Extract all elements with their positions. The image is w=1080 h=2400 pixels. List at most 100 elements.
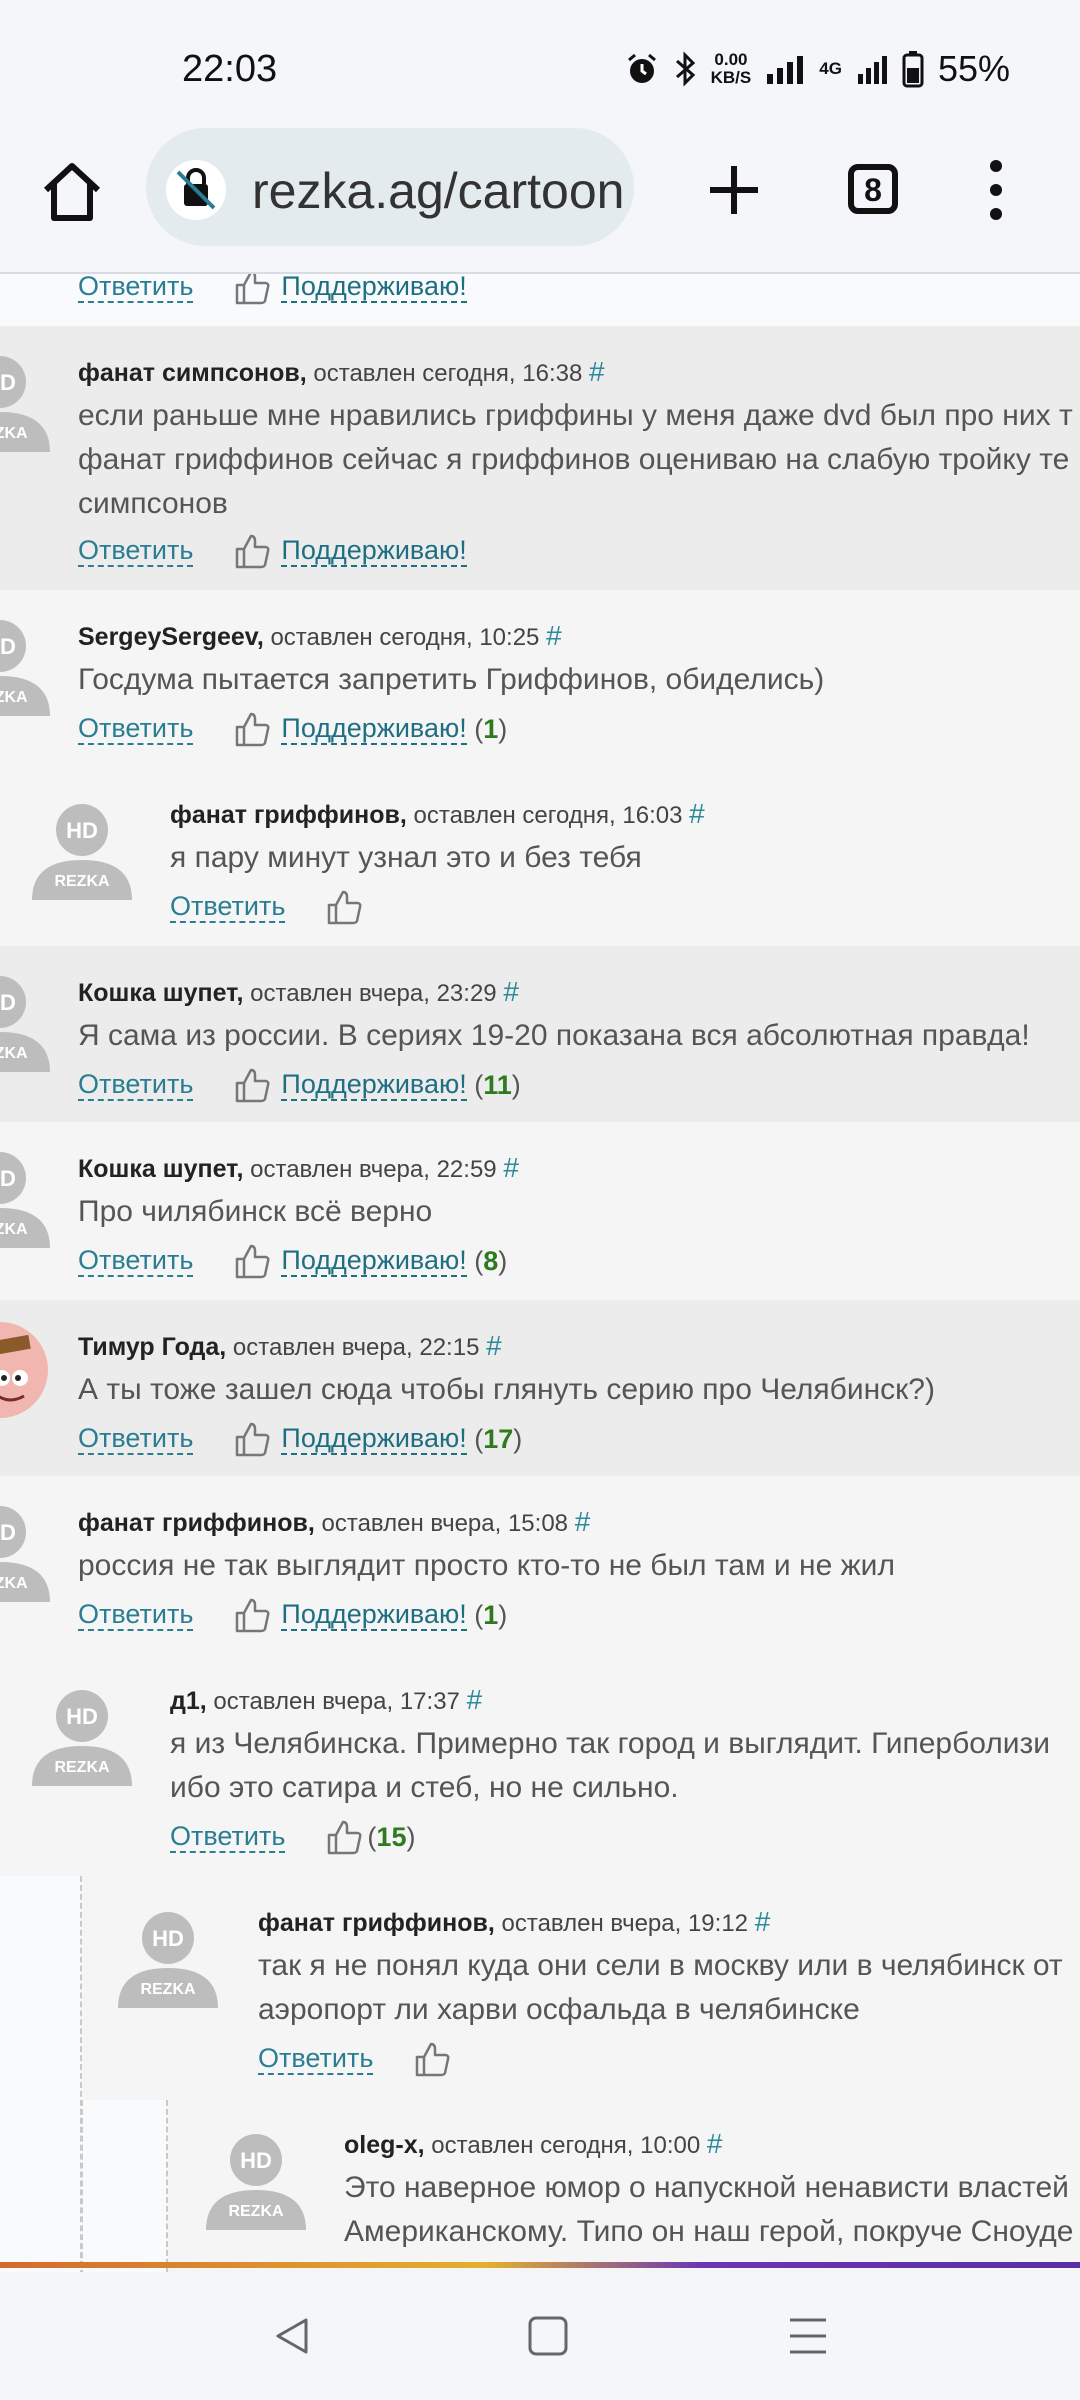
author-name[interactable]: Тимур Года, [78, 1333, 226, 1361]
avatar [0, 1322, 48, 1418]
thumbs-up-icon[interactable] [233, 1420, 271, 1458]
support-link[interactable]: Поддерживаю! [281, 1069, 467, 1101]
comment-text: так я не понял куда они сели в москву ил… [258, 1949, 1063, 2026]
thumbs-up-icon[interactable] [233, 532, 271, 570]
reply-link[interactable]: Ответить [78, 535, 194, 567]
comments-list: Ответить Поддерживаю! HD REZKA фанат симп… [0, 274, 1080, 2274]
permalink[interactable]: # [546, 620, 562, 651]
svg-text:REZKA: REZKA [0, 425, 28, 442]
home-icon[interactable] [40, 160, 104, 224]
thumbs-up-icon[interactable] [325, 1818, 363, 1856]
comment-header: Кошка шупет, оставлен вчера, 23:29 # [78, 976, 519, 1008]
address-bar[interactable]: rezka.ag/cartoon [146, 128, 634, 246]
permalink[interactable]: # [689, 798, 705, 829]
url-text[interactable]: rezka.ag/cartoon [252, 162, 624, 220]
svg-text:HD: HD [66, 818, 98, 843]
thumbs-up-icon[interactable] [233, 1242, 271, 1280]
svg-text:REZKA: REZKA [0, 1221, 28, 1238]
likes-count: (1) [466, 1599, 508, 1630]
browser-toolbar: rezka.ag/cartoon 8 [0, 120, 1080, 274]
reply-link[interactable]: Ответить [78, 274, 194, 303]
comment-actions: Ответить Поддерживаю! [78, 532, 467, 570]
reply-link[interactable]: Ответить [170, 891, 286, 923]
reply-link[interactable]: Ответить [258, 2043, 374, 2075]
permalink[interactable]: # [755, 1906, 771, 1937]
likes-count: (15) [367, 1821, 416, 1852]
support-link[interactable]: Поддерживаю! [281, 535, 467, 567]
support-link[interactable]: Поддерживаю! [281, 1245, 467, 1277]
likes-count: (1) [466, 713, 508, 744]
alarm-icon [627, 53, 656, 83]
comment-date: оставлен сегодня, 10:00 [431, 2132, 701, 2159]
reply-link[interactable]: Ответить [78, 1423, 194, 1455]
reply-link[interactable]: Ответить [78, 1599, 194, 1631]
svg-text:HD: HD [0, 1520, 16, 1545]
comment-text: Про чилябинск всё верно [78, 1195, 433, 1228]
author-name[interactable]: фанат симпсонов, [78, 359, 307, 387]
permalink[interactable]: # [589, 356, 605, 387]
home-nav-icon[interactable] [526, 2314, 570, 2358]
comment-date: оставлен вчера, 22:59 [250, 1156, 497, 1183]
comment-actions: Ответить Поддерживаю! (11) [78, 1066, 521, 1104]
comment-text: россия не так выглядит просто кто-то не … [78, 1549, 895, 1582]
permalink[interactable]: # [467, 1684, 483, 1715]
comment-actions: Ответить (15) [170, 1818, 415, 1856]
avatar: HD REZKA [32, 1690, 132, 1786]
author-name[interactable]: oleg-x, [344, 2131, 425, 2159]
avatar: HD REZKA [0, 620, 50, 716]
recents-icon[interactable] [786, 2314, 830, 2358]
author-name[interactable]: фанат гриффинов, [170, 801, 407, 829]
support-link[interactable]: Поддерживаю! [281, 1423, 467, 1455]
net-speed: 0.00 KB/S [710, 50, 752, 87]
comment-date: оставлен вчера, 22:15 [232, 1334, 480, 1361]
author-name[interactable]: фанат гриффинов, [78, 1509, 315, 1537]
avatar: HD REZKA [0, 1506, 50, 1602]
comment-header: фанат гриффинов, оставлен вчера, 19:12 # [258, 1906, 770, 1938]
comment-text: я из Челябинска. Примерно так город и вы… [170, 1727, 1051, 1804]
thumbs-up-icon[interactable] [233, 1066, 271, 1104]
new-tab-icon[interactable] [704, 160, 764, 220]
comment-actions: Ответить Поддерживаю! (8) [78, 1242, 507, 1280]
author-name[interactable]: д1, [170, 1687, 207, 1715]
system-nav-bar [0, 2272, 1080, 2400]
comment-header: Тимур Года, оставлен вчера, 22:15 # [78, 1330, 502, 1362]
thumbs-up-icon[interactable] [413, 2040, 451, 2078]
thumbs-up-icon[interactable] [233, 1596, 271, 1634]
permalink[interactable]: # [503, 1152, 519, 1183]
comment-actions: Ответить Поддерживаю! (17) [78, 1420, 522, 1458]
author-name[interactable]: фанат гриффинов, [258, 1909, 495, 1937]
permalink[interactable]: # [503, 976, 519, 1007]
tab-switcher-button[interactable]: 8 [848, 164, 898, 214]
reply-link[interactable]: Ответить [78, 1069, 194, 1101]
thumbs-up-icon[interactable] [233, 710, 271, 748]
thumbs-up-icon[interactable] [325, 888, 363, 926]
permalink[interactable]: # [486, 1330, 502, 1361]
permalink[interactable]: # [575, 1506, 591, 1537]
status-bar: 22:03 0.00 KB/S 4G 55% [0, 0, 1080, 130]
author-name[interactable]: Кошка шупет, [78, 979, 243, 1007]
comment-header: SergeySergeev, оставлен сегодня, 10:25 # [78, 620, 562, 652]
support-link[interactable]: Поддерживаю! [281, 274, 467, 303]
permalink[interactable]: # [707, 2128, 723, 2159]
signal-icon [767, 56, 804, 84]
comment-item: HD REZKA фанат гриффинов, оставлен вчера,… [82, 1876, 1080, 2100]
reply-link[interactable]: Ответить [170, 1821, 286, 1853]
back-icon[interactable] [270, 2314, 314, 2358]
overflow-menu-icon[interactable] [990, 160, 1002, 220]
reply-link[interactable]: Ответить [78, 713, 194, 745]
site-info-icon[interactable] [166, 160, 226, 220]
comment-date: оставлен сегодня, 16:38 [313, 360, 583, 387]
comment-item: HD REZKA д1, оставлен вчера, 17:37 # я из… [0, 1654, 1080, 1876]
svg-text:HD: HD [0, 1166, 16, 1191]
signal-icon-2 [857, 56, 887, 84]
reply-link[interactable]: Ответить [78, 1245, 194, 1277]
thumbs-up-icon[interactable] [233, 274, 271, 306]
support-link[interactable]: Поддерживаю! [281, 713, 467, 745]
likes-count: (17) [466, 1423, 523, 1454]
comment-actions: Ответить Поддерживаю! (1) [78, 710, 507, 748]
author-name[interactable]: SergeySergeev, [78, 623, 264, 651]
svg-text:REZKA: REZKA [140, 1981, 196, 1998]
author-name[interactable]: Кошка шупет, [78, 1155, 243, 1183]
comment-date: оставлен вчера, 19:12 [501, 1910, 749, 1937]
support-link[interactable]: Поддерживаю! [281, 1599, 467, 1631]
